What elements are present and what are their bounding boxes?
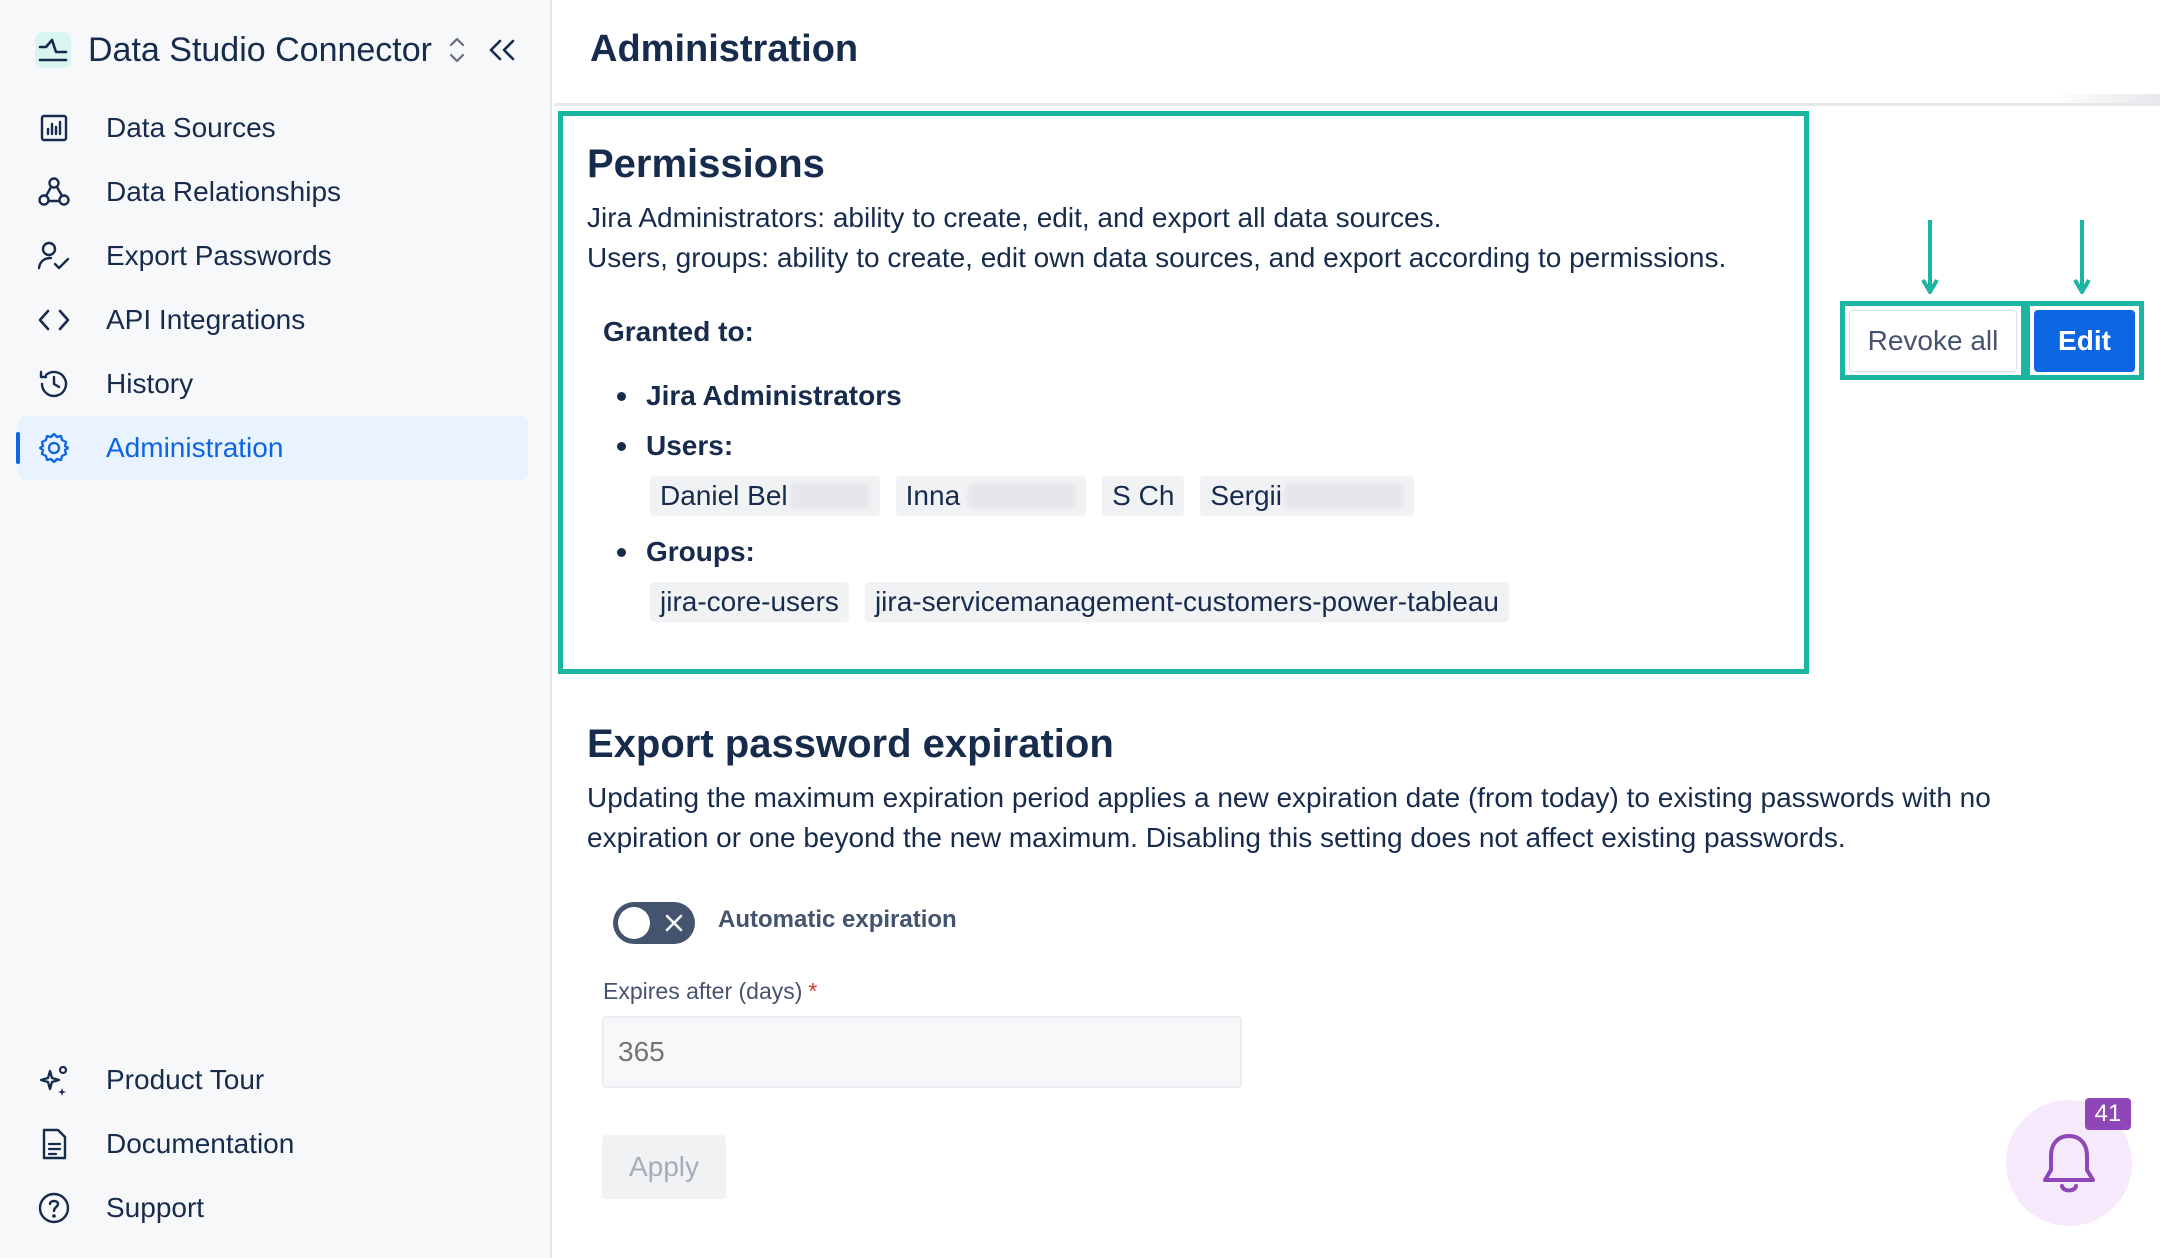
user-chip-name: Daniel Bel: [660, 480, 788, 511]
webhook-icon: [36, 174, 72, 210]
document-icon: [36, 1126, 72, 1162]
bullet: [617, 391, 626, 401]
sidebar-item-label: History: [106, 368, 194, 399]
users-label: Users:: [646, 430, 734, 461]
close-icon: [665, 914, 683, 932]
app-logo-icon: [34, 31, 72, 69]
bell-icon: [2043, 1134, 2095, 1193]
redacted-text: [1283, 483, 1404, 509]
automatic-expiration-toggle[interactable]: [613, 902, 695, 944]
groups-label: Groups:: [646, 536, 755, 567]
chevron-up-down-icon[interactable]: [446, 33, 468, 67]
history-icon: [36, 366, 72, 402]
expires-after-label: Expires after (days) *: [603, 978, 817, 1005]
granted-groups: Groups:: [617, 536, 755, 568]
field-label-text: Expires after (days): [603, 978, 803, 1004]
user-chip-name: Sergii: [1210, 480, 1282, 511]
bullet: [617, 441, 626, 451]
sidebar-nav: Data Sources Data Relationships Export P…: [16, 96, 528, 480]
header-divider-fade: [2050, 94, 2160, 106]
user-check-icon: [36, 238, 72, 274]
gear-icon: [36, 430, 72, 466]
group-chip: jira-servicemanagement-customers-power-t…: [864, 582, 1509, 622]
user-chip: Sergii: [1200, 476, 1414, 516]
app-brand: Data Studio Connector: [34, 26, 534, 74]
user-chip: S Ch: [1102, 476, 1185, 516]
expires-after-input[interactable]: [602, 1016, 1242, 1088]
bullet: [617, 547, 626, 557]
help-icon: [36, 1190, 72, 1226]
sidebar-item-documentation[interactable]: Documentation: [18, 1112, 528, 1176]
expiration-title: Export password expiration: [587, 722, 1114, 766]
sidebar-item-support[interactable]: Support: [18, 1176, 528, 1240]
page-title: Administration: [590, 28, 859, 70]
sidebar-item-label: API Integrations: [106, 304, 306, 335]
notification-count-badge: 41: [2085, 1098, 2131, 1130]
admins-label: Jira Administrators: [646, 380, 902, 411]
permissions-title: Permissions: [587, 142, 825, 186]
expiration-description-1: Updating the maximum expiration period a…: [587, 782, 1991, 813]
arrow-down-icon: [1921, 220, 1939, 294]
sidebar-item-label: Export Passwords: [106, 240, 332, 271]
toggle-label: Automatic expiration: [718, 906, 957, 933]
sidebar-item-product-tour[interactable]: Product Tour: [18, 1048, 528, 1112]
expiration-description-2: expiration or one beyond the new maximum…: [587, 822, 1846, 853]
sidebar-item-administration[interactable]: Administration: [16, 416, 528, 480]
sidebar-item-data-relationships[interactable]: Data Relationships: [18, 160, 528, 224]
sidebar-item-label: Product Tour: [106, 1064, 265, 1095]
bar-chart-icon: [36, 110, 72, 146]
sidebar-item-history[interactable]: History: [18, 352, 528, 416]
sidebar-bottom-nav: Product Tour Documentation Support: [18, 1048, 528, 1240]
sidebar-item-label: Data Sources: [106, 112, 276, 143]
user-chip-name: Inna: [905, 480, 961, 511]
granted-to-label: Granted to:: [603, 316, 754, 347]
code-icon: [36, 302, 72, 338]
permissions-description-1: Jira Administrators: ability to create, …: [587, 202, 1442, 233]
group-chip: jira-core-users: [650, 582, 849, 622]
groups-chip-list: jira-core-users jira-servicemanagement-c…: [650, 582, 1525, 622]
sidebar-item-label: Data Relationships: [106, 176, 342, 207]
user-chip-name: S Ch: [1112, 480, 1175, 511]
edit-button[interactable]: Edit: [2034, 310, 2135, 372]
sidebar-item-api-integrations[interactable]: API Integrations: [18, 288, 528, 352]
required-mark: *: [808, 978, 818, 1004]
apply-button[interactable]: Apply: [602, 1135, 726, 1199]
redacted-text: [789, 483, 870, 509]
sidebar-item-label: Support: [106, 1192, 205, 1223]
sidebar: Data Studio Connector Data Sources Data …: [0, 0, 552, 1258]
sidebar-item-label: Documentation: [106, 1128, 295, 1159]
collapse-sidebar-icon[interactable]: [484, 32, 520, 68]
page-header: Administration: [554, 0, 2160, 106]
sidebar-item-data-sources[interactable]: Data Sources: [18, 96, 528, 160]
sparkle-icon: [36, 1062, 72, 1098]
permissions-description-2: Users, groups: ability to create, edit o…: [587, 242, 1727, 273]
users-chip-list: Daniel Bel Inna S Ch Sergii: [650, 476, 1430, 516]
user-chip: Daniel Bel: [650, 476, 880, 516]
granted-admins: Jira Administrators: [617, 380, 902, 412]
granted-users: Users:: [617, 430, 733, 462]
user-chip: Inna: [895, 476, 1087, 516]
toggle-knob: [618, 907, 650, 939]
revoke-all-button[interactable]: Revoke all: [1849, 310, 2017, 372]
sidebar-item-label: Administration: [106, 432, 284, 463]
app-title: Data Studio Connector: [88, 30, 432, 69]
arrow-down-icon: [2073, 220, 2091, 294]
sidebar-item-export-passwords[interactable]: Export Passwords: [18, 224, 528, 288]
redacted-text: [968, 483, 1077, 509]
